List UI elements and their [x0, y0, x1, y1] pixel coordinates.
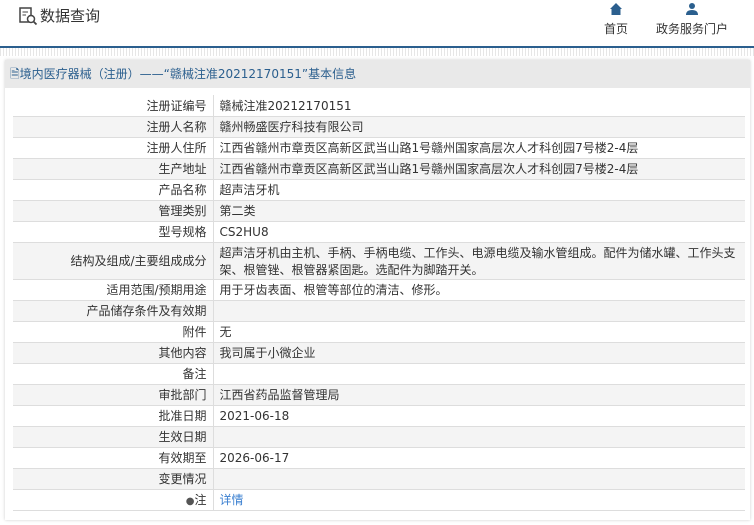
logo: 数据查询 [18, 5, 100, 26]
row-label: 产品名称 [13, 179, 214, 201]
row-value: 超声洁牙机由主机、手柄、手柄电缆、工作头、电源电缆及输水管组成。配件为储水罐、工… [213, 242, 745, 280]
table-row: 备注 [13, 363, 745, 385]
table-row: 有效期至 2026-06-17 [13, 447, 745, 469]
row-label: 审批部门 [13, 384, 214, 406]
row-value [213, 468, 745, 490]
row-label: 型号规格 [13, 221, 214, 243]
table-row: ●注 详情 [13, 489, 745, 511]
header: 数据查询 首页 政务服务门户 [0, 0, 754, 48]
row-label: 有效期至 [13, 447, 214, 469]
table-row: 变更情况 [13, 468, 745, 490]
table-row: 产品储存条件及有效期 [13, 300, 745, 322]
home-icon [610, 3, 622, 15]
nav-home-label: 首页 [604, 22, 629, 36]
table-row: 注册人名称 赣州畅盛医疗科技有限公司 [13, 116, 745, 138]
row-label: 附件 [13, 321, 214, 343]
table-row: 批准日期 2021-06-18 [13, 405, 745, 427]
info-table: 注册证编号 赣械注准20212170151 注册人名称 赣州畅盛医疗科技有限公司 注册人… [13, 95, 745, 511]
table-row: 注册人住所 江西省赣州市章贡区高新区武当山路1号赣州国家高层次人才科创园7号楼2-… [13, 137, 745, 159]
table-row: 适用范围/预期用途 用于牙齿表面、根管等部位的清洁、修形。 [13, 279, 745, 301]
row-label: 生效日期 [13, 426, 214, 448]
row-label: 结构及组成/主要组成成分 [13, 242, 214, 280]
row-value: 我司属于小微企业 [213, 342, 745, 364]
user-icon [686, 3, 698, 15]
site-title: 数据查询 [40, 7, 101, 25]
row-value: 江西省赣州市章贡区高新区武当山路1号赣州国家高层次人才科创园7号楼2-4层 [213, 158, 745, 180]
row-value: 详情 [213, 489, 745, 511]
document-search-icon [19, 6, 38, 25]
row-label: 管理类别 [13, 200, 214, 222]
row-label: ●注 [13, 489, 214, 511]
table-row: 生效日期 [13, 426, 745, 448]
row-label: 变更情况 [13, 468, 214, 490]
row-label: 其他内容 [13, 342, 214, 364]
nav-home[interactable]: 首页 [604, 0, 628, 37]
panel-title: 🗎境内医疗器械（注册）——“赣械注准20212170151”基本信息 [5, 60, 750, 88]
table-row: 附件无 [13, 321, 745, 343]
divider [0, 48, 754, 56]
row-value: 用于牙齿表面、根管等部位的清洁、修形。 [213, 279, 745, 301]
row-value: 2026-06-17 [213, 447, 745, 469]
row-label: 备注 [13, 363, 214, 385]
document-icon: 🗎 [10, 67, 20, 81]
table-row: 生产地址 江西省赣州市章贡区高新区武当山路1号赣州国家高层次人才科创园7号楼2-4… [13, 158, 745, 180]
row-label: 注册人名称 [13, 116, 214, 138]
row-value [213, 300, 745, 322]
row-value: 第二类 [213, 200, 745, 222]
table-row: 型号规格 CS2HU8 [13, 221, 745, 243]
nav-portal-label: 政务服务门户 [656, 22, 729, 36]
row-value [213, 363, 745, 385]
row-label: 适用范围/预期用途 [13, 279, 214, 301]
table-row: 结构及组成/主要组成成分 超声洁牙机由主机、手柄、手柄电缆、工作头、电源电缆及输水… [13, 242, 745, 280]
details-link[interactable]: 详情 [220, 493, 244, 507]
row-label: 生产地址 [13, 158, 214, 180]
row-value: 超声洁牙机 [213, 179, 745, 201]
nav-portal[interactable]: 政务服务门户 [656, 0, 728, 37]
row-value [213, 426, 745, 448]
row-label: 注册人住所 [13, 137, 214, 159]
table-row: 审批部门 江西省药品监督管理局 [13, 384, 745, 406]
row-value: 赣械注准20212170151 [213, 95, 745, 117]
table-row: 管理类别 第二类 [13, 200, 745, 222]
info-panel: 🗎境内医疗器械（注册）——“赣械注准20212170151”基本信息 注册证编号… [5, 60, 750, 520]
row-value: 2021-06-18 [213, 405, 745, 427]
table-row: 产品名称 超声洁牙机 [13, 179, 745, 201]
row-value: 江西省赣州市章贡区高新区武当山路1号赣州国家高层次人才科创园7号楼2-4层 [213, 137, 745, 159]
row-value: 无 [213, 321, 745, 343]
row-value: 江西省药品监督管理局 [213, 384, 745, 406]
table-row: 注册证编号 赣械注准20212170151 [13, 95, 745, 117]
row-value: 赣州畅盛医疗科技有限公司 [213, 116, 745, 138]
row-value: CS2HU8 [213, 221, 745, 243]
row-label: 注册证编号 [13, 95, 214, 117]
table-row: 其他内容 我司属于小微企业 [13, 342, 745, 364]
row-label: 产品储存条件及有效期 [13, 300, 214, 322]
row-label: 批准日期 [13, 405, 214, 427]
